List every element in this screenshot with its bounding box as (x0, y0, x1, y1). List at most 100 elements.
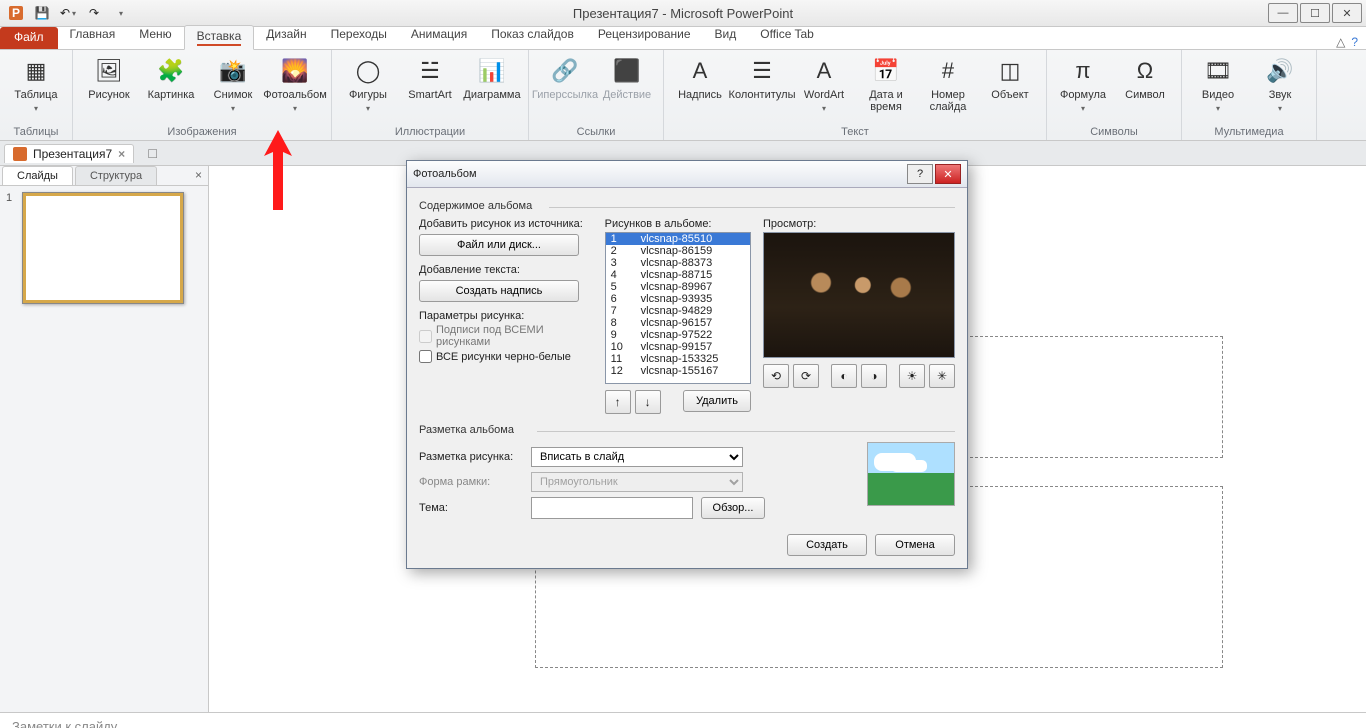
ribbon-group-label: Изображения (79, 124, 325, 140)
picture-listbox[interactable]: 1vlcsnap-855102vlcsnap-861593vlcsnap-883… (605, 232, 751, 384)
close-icon[interactable]: × (118, 147, 125, 161)
ribbon: ▦Таблица▾Таблицы🖼Рисунок🧩Картинка📸Снимок… (0, 50, 1366, 141)
headerfooter-button[interactable]: ☰Колонтитулы (732, 52, 792, 102)
ribbon-tab-вид[interactable]: Вид (703, 24, 749, 49)
picture-button[interactable]: 🖼Рисунок (79, 52, 139, 102)
list-item[interactable]: 12vlcsnap-155167 (606, 365, 750, 377)
contrast-up-button[interactable]: ◐ (831, 364, 857, 388)
create-textbox-button[interactable]: Создать надпись (419, 280, 579, 302)
label-preview: Просмотр: (763, 218, 955, 230)
rotate-left-button[interactable]: ⟲ (763, 364, 789, 388)
list-item[interactable]: 1vlcsnap-85510 (606, 233, 750, 245)
video-button[interactable]: 🎞Видео▾ (1188, 52, 1248, 116)
picture-layout-select[interactable]: Вписать в слайд (531, 447, 743, 467)
delete-button[interactable]: Удалить (683, 390, 751, 412)
list-item[interactable]: 4vlcsnap-88715 (606, 269, 750, 281)
screenshot-button[interactable]: 📸Снимок▾ (203, 52, 263, 116)
shapes-icon: ◯ (352, 55, 384, 87)
new-document-tab[interactable]: ☐ (138, 144, 167, 163)
list-item[interactable]: 11vlcsnap-153325 (606, 353, 750, 365)
tab-outline[interactable]: Структура (75, 166, 157, 185)
ribbon-tab-главная[interactable]: Главная (58, 24, 128, 49)
label-pictures-in-album: Рисунков в альбоме: (605, 218, 751, 230)
quick-access-toolbar: P 💾 ↶▾ ↷ ▾ (0, 2, 136, 24)
ribbon-button-label: Колонтитулы (729, 89, 796, 101)
close-button[interactable]: ✕ (1332, 3, 1362, 23)
move-down-button[interactable]: ↓ (635, 390, 661, 414)
list-item[interactable]: 8vlcsnap-96157 (606, 317, 750, 329)
redo-button[interactable]: ↷ (82, 2, 106, 24)
dialog-help-button[interactable]: ? (907, 164, 933, 184)
ribbon-group: ◯Фигуры▾☱SmartArt📊ДиаграммаИллюстрации (332, 50, 529, 140)
datetime-button[interactable]: 📅Дата и время (856, 52, 916, 114)
ribbon-tab-анимация[interactable]: Анимация (399, 24, 479, 49)
list-item[interactable]: 2vlcsnap-86159 (606, 245, 750, 257)
theme-input[interactable] (531, 497, 693, 519)
chart-button[interactable]: 📊Диаграмма (462, 52, 522, 102)
list-item[interactable]: 5vlcsnap-89967 (606, 281, 750, 293)
equation-button[interactable]: πФормула▾ (1053, 52, 1113, 116)
brightness-up-button[interactable]: ☀ (899, 364, 925, 388)
create-button[interactable]: Создать (787, 534, 867, 556)
file-or-disk-button[interactable]: Файл или диск... (419, 234, 579, 256)
contrast-down-button[interactable]: ◑ (861, 364, 887, 388)
brightness-down-button[interactable]: ✳ (929, 364, 955, 388)
table-button[interactable]: ▦Таблица▾ (6, 52, 66, 116)
textbox-button[interactable]: AНадпись (670, 52, 730, 102)
symbol-button[interactable]: ΩСимвол (1115, 52, 1175, 102)
slide-thumbnail[interactable]: 1 (6, 192, 202, 304)
document-tab-label: Презентация7 (33, 147, 112, 161)
headerfooter-icon: ☰ (746, 55, 778, 87)
ribbon-button-label: Надпись (678, 89, 722, 101)
ribbon-tab-office tab[interactable]: Office Tab (748, 24, 826, 49)
list-item[interactable]: 7vlcsnap-94829 (606, 305, 750, 317)
ribbon-tab-переходы[interactable]: Переходы (319, 24, 399, 49)
ribbon-group-label: Ссылки (535, 124, 657, 140)
ribbon-group: πФормула▾ΩСимволСимволы (1047, 50, 1182, 140)
help-icon[interactable]: ? (1351, 35, 1358, 49)
shapes-button[interactable]: ◯Фигуры▾ (338, 52, 398, 116)
ribbon-tab-вставка[interactable]: Вставка (184, 25, 255, 50)
document-tab[interactable]: Презентация7 × (4, 144, 134, 163)
checkbox-captions[interactable]: Подписи под ВСЕМИ рисунками (419, 324, 593, 348)
save-button[interactable]: 💾 (30, 2, 54, 24)
save-icon: 💾 (35, 6, 50, 20)
clipart-button[interactable]: 🧩Картинка (141, 52, 201, 102)
ribbon-tab-рецензирование[interactable]: Рецензирование (586, 24, 703, 49)
layout-preview (867, 442, 955, 506)
list-item[interactable]: 10vlcsnap-99157 (606, 341, 750, 353)
minimize-button[interactable]: — (1268, 3, 1298, 23)
ribbon-tab-меню[interactable]: Меню (127, 24, 183, 49)
undo-button[interactable]: ↶▾ (56, 2, 80, 24)
rotate-right-button[interactable]: ⟳ (793, 364, 819, 388)
object-button[interactable]: ◫Объект (980, 52, 1040, 102)
list-item[interactable]: 9vlcsnap-97522 (606, 329, 750, 341)
browse-button[interactable]: Обзор... (701, 497, 765, 519)
dialog-titlebar[interactable]: Фотоальбом ? ✕ (407, 161, 967, 188)
notes-pane[interactable]: Заметки к слайду (0, 712, 1366, 728)
maximize-button[interactable]: ☐ (1300, 3, 1330, 23)
app-icon[interactable]: P (4, 2, 28, 24)
file-tab[interactable]: Файл (0, 27, 58, 49)
qat-customize[interactable]: ▾ (108, 2, 132, 24)
ribbon-minimize-icon[interactable]: △ (1336, 35, 1345, 49)
photoalbum-button[interactable]: 🌄Фотоальбом▾ (265, 52, 325, 116)
cancel-button[interactable]: Отмена (875, 534, 955, 556)
dialog-close-button[interactable]: ✕ (935, 164, 961, 184)
ribbon-group: 🎞Видео▾🔊Звук▾Мультимедиа (1182, 50, 1317, 140)
label-add-text: Добавление текста: (419, 264, 593, 276)
audio-button[interactable]: 🔊Звук▾ (1250, 52, 1310, 116)
list-item[interactable]: 3vlcsnap-88373 (606, 257, 750, 269)
ribbon-tab-дизайн[interactable]: Дизайн (254, 24, 318, 49)
checkbox-blackwhite[interactable]: ВСЕ рисунки черно-белые (419, 350, 593, 363)
slidenum-button[interactable]: #Номер слайда (918, 52, 978, 114)
tab-slides[interactable]: Слайды (2, 166, 73, 185)
move-up-button[interactable]: ↑ (605, 390, 631, 414)
smartart-button[interactable]: ☱SmartArt (400, 52, 460, 102)
wordart-button[interactable]: AWordArt▾ (794, 52, 854, 116)
list-item[interactable]: 6vlcsnap-93935 (606, 293, 750, 305)
ribbon-group: AНадпись☰КолонтитулыAWordArt▾📅Дата и вре… (664, 50, 1047, 140)
dialog-title: Фотоальбом (413, 168, 905, 180)
ribbon-tab-показ слайдов[interactable]: Показ слайдов (479, 24, 586, 49)
panel-close-icon[interactable]: × (189, 166, 208, 185)
